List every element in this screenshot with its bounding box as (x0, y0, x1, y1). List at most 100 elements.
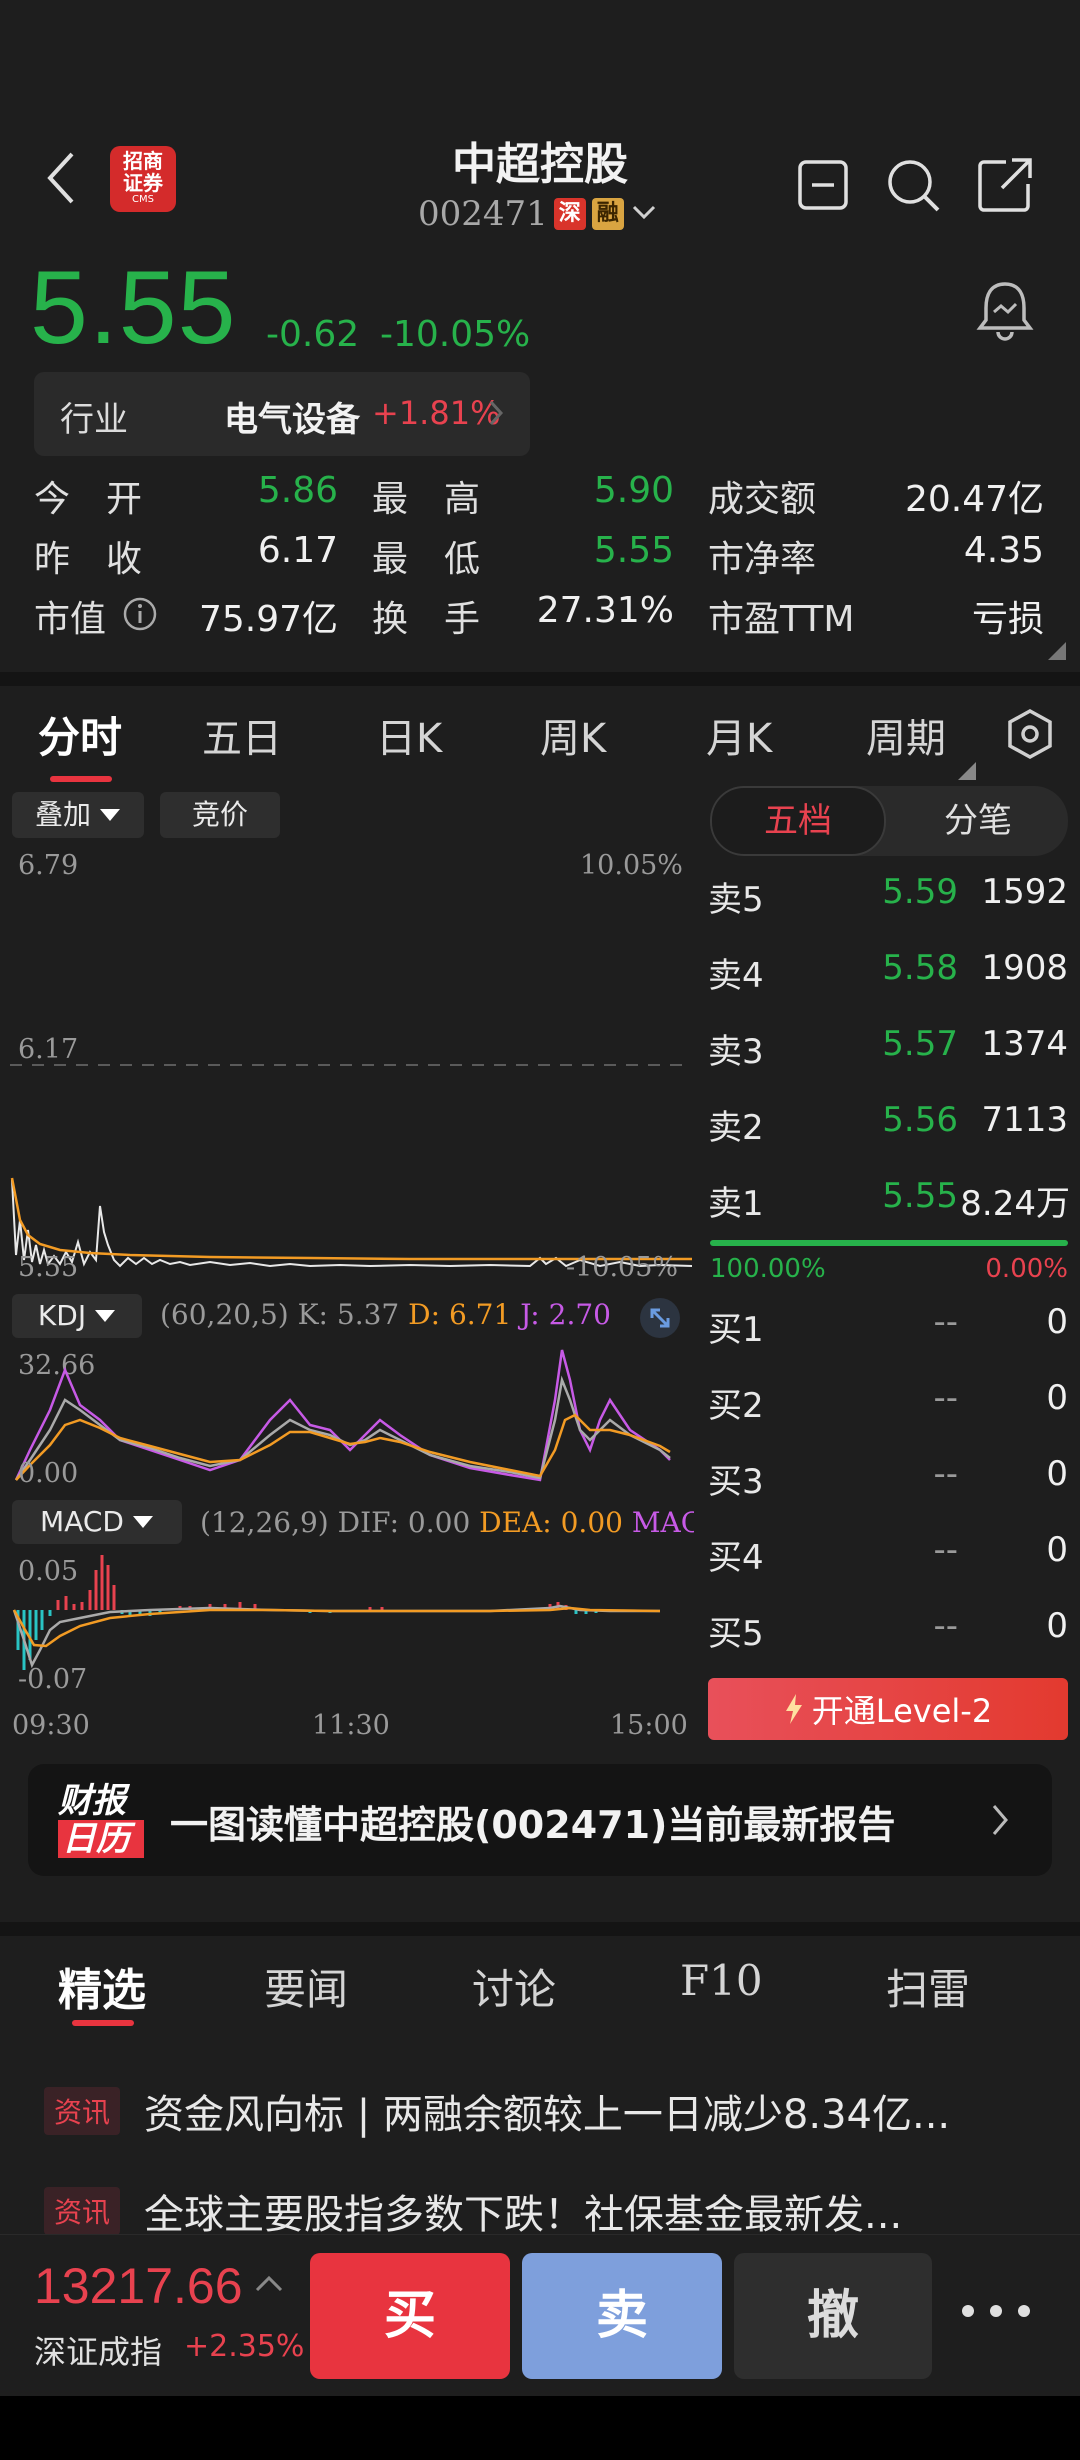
ask-vol: 7113 (981, 1100, 1068, 1140)
logo-line-2: 日历 (58, 1820, 144, 1858)
buy-button[interactable]: 买 (310, 2253, 510, 2379)
bid-vol: 0 (1046, 1378, 1068, 1418)
section-divider (0, 672, 1080, 686)
industry-row[interactable]: 行业 电气设备 +1.81% (34, 372, 530, 456)
ask-row[interactable]: 卖2 5.56 7113 (708, 1094, 1070, 1170)
stat-label: 最 高 (372, 479, 481, 520)
kdj-selector[interactable]: KDJ (12, 1294, 142, 1338)
macd-dif-line (12, 1604, 660, 1669)
ask-label: 卖2 (708, 1108, 764, 1148)
news-item[interactable]: 资讯 资金风向标 | 两融余额较上一日减少8.34亿... (44, 2082, 1054, 2140)
intraday-pct-bottom: -10.05% (566, 1252, 679, 1283)
logo-line-1: 财报 (58, 1781, 126, 1821)
stat-value: 5.86 (257, 470, 338, 511)
bid-row[interactable]: 买4 -- 0 (708, 1524, 1070, 1600)
earnings-calendar-banner[interactable]: 财报 日历 一图读懂中超控股(002471)当前最新报告 (28, 1764, 1052, 1876)
tab-five-levels[interactable]: 五档 (710, 786, 886, 856)
tab-five-day[interactable]: 五日 (202, 706, 282, 764)
tab-headlines[interactable]: 要闻 (264, 1956, 348, 2017)
tag-shen: 深 (553, 198, 586, 230)
stock-code: 002471 (418, 194, 548, 234)
kdj-y-bottom: 0.00 (18, 1458, 79, 1489)
news-tag: 资讯 (44, 2187, 121, 2235)
intraday-chart[interactable] (10, 860, 692, 1290)
auction-button[interactable]: 竞价 (160, 792, 280, 838)
share-icon[interactable] (976, 156, 1034, 218)
sell-button[interactable]: 卖 (522, 2253, 722, 2379)
ask-row[interactable]: 卖3 5.57 1374 (708, 1018, 1070, 1094)
bid-price: -- (933, 1530, 958, 1570)
bid-price: -- (933, 1378, 958, 1418)
info-icon[interactable] (122, 596, 158, 641)
sell-label: 卖 (595, 2286, 648, 2346)
bid-label: 买3 (708, 1462, 764, 1502)
cancel-order-button[interactable]: 撤 (734, 2253, 932, 2379)
kdj-chart[interactable] (10, 1340, 692, 1490)
tab-f10[interactable]: F10 (680, 1956, 763, 2005)
bid-ask-ratio-bar (710, 1240, 1068, 1246)
bid-vol: 0 (1046, 1606, 1068, 1646)
tab-period[interactable]: 周期 (866, 706, 946, 764)
asks-list: 卖5 5.59 1592 卖4 5.58 1908 卖3 5.57 1374 卖… (708, 866, 1070, 1246)
industry-name: 电气设备 (224, 400, 360, 440)
index-name: 深证成指 (34, 2333, 163, 2371)
caret-down-icon (132, 1516, 153, 1528)
macd-chart[interactable] (10, 1550, 692, 1690)
tab-tick-detail[interactable]: 分笔 (888, 786, 1068, 856)
tab-discussion[interactable]: 讨论 (472, 1956, 556, 2017)
kdj-params: (60,20,5) (160, 1298, 289, 1331)
bid-row[interactable]: 买3 -- 0 (708, 1448, 1070, 1524)
expand-icon[interactable] (640, 1298, 680, 1338)
stat-label: 市值 (34, 599, 107, 640)
stat-value: 6.17 (257, 530, 338, 571)
chevron-right-icon (488, 398, 504, 432)
macd-dif: DIF: 0.00 (337, 1506, 471, 1539)
lightning-icon (785, 1694, 802, 1724)
bid-vol: 0 (1046, 1302, 1068, 1342)
x-label-open: 09:30 (12, 1710, 90, 1741)
bid-row[interactable]: 买2 -- 0 (708, 1372, 1070, 1448)
ask-price: 5.58 (882, 948, 958, 988)
bid-row[interactable]: 买1 -- 0 (708, 1296, 1070, 1372)
intraday-y-bottom: 5.55 (18, 1252, 79, 1283)
minimize-icon[interactable] (796, 158, 850, 216)
ask-row[interactable]: 卖4 5.58 1908 (708, 942, 1070, 1018)
news-title: 全球主要股指多数下跌！社保基金最新发... (144, 2192, 903, 2238)
intraday-avg-line (10, 1177, 692, 1261)
tab-intraday[interactable]: 分时 (38, 704, 122, 765)
kdj-j: J: 2.70 (520, 1298, 611, 1331)
tab-risk-scan[interactable]: 扫雷 (886, 1956, 970, 2017)
stat-value: 亏损 (971, 599, 1044, 640)
more-icon[interactable] (958, 2301, 1034, 2325)
ask-vol: 1908 (981, 948, 1068, 988)
ask-row[interactable]: 卖5 5.59 1592 (708, 866, 1070, 942)
bid-row[interactable]: 买5 -- 0 (708, 1600, 1070, 1676)
ask-row[interactable]: 卖1 5.55 8.24万 (708, 1170, 1070, 1246)
kdj-j-line (14, 1349, 671, 1482)
macd-dea: DEA: 0.00 (479, 1506, 623, 1539)
tab-daily-k[interactable]: 日K (376, 706, 442, 764)
tab-featured[interactable]: 精选 (58, 1954, 146, 2018)
cancel-label: 撤 (806, 2286, 859, 2346)
bid-vol: 0 (1046, 1454, 1068, 1494)
news-item[interactable]: 资讯 全球主要股指多数下跌！社保基金最新发... (44, 2182, 1054, 2240)
index-value[interactable]: 13217.66 (34, 2257, 243, 2315)
macd-selector[interactable]: MACD (12, 1500, 182, 1544)
ask-label: 卖3 (708, 1032, 764, 1072)
level2-button[interactable]: 开通Level-2 (708, 1678, 1068, 1740)
kdj-legend: (60,20,5) K: 5.37 D: 6.71 J: 2.70 (160, 1298, 611, 1331)
overlay-button[interactable]: 叠加 (12, 792, 144, 838)
stock-code-row[interactable]: 002471 深 融 (418, 192, 658, 236)
settings-hex-icon[interactable] (1006, 708, 1054, 770)
stat-value: 5.55 (593, 530, 674, 571)
search-icon[interactable] (884, 156, 942, 218)
tab-weekly-k[interactable]: 周K (540, 706, 606, 764)
auction-label: 竞价 (191, 798, 248, 831)
expand-corner-icon[interactable] (1048, 628, 1066, 669)
alert-bell-icon[interactable] (974, 278, 1036, 346)
tab-monthly-k[interactable]: 月K (706, 706, 772, 764)
buy-label: 买 (383, 2286, 436, 2346)
macd-legend: (12,26,9) DIF: 0.00 DEA: 0.00 MAC (200, 1506, 694, 1539)
caret-down-icon (95, 1310, 116, 1322)
bid-ratio: 0.00% (985, 1254, 1068, 1284)
